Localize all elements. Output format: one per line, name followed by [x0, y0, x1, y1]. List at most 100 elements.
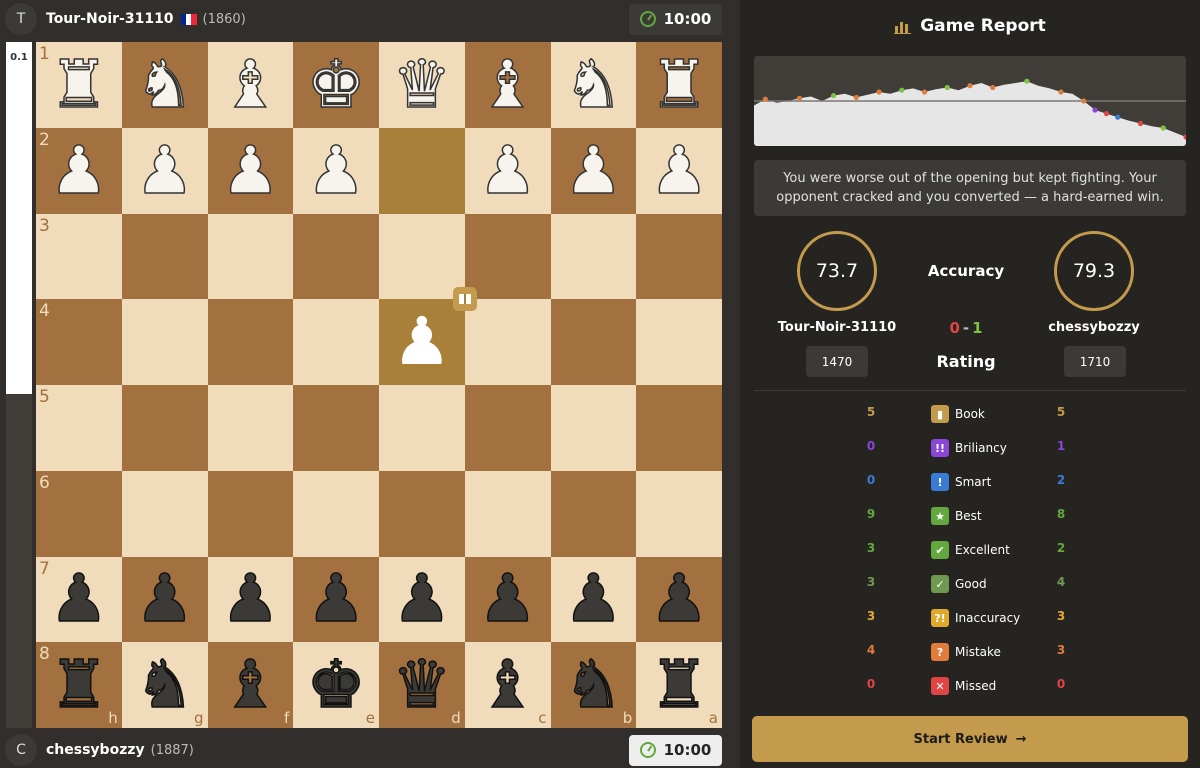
square-g4[interactable] [121, 299, 208, 385]
white-pawn[interactable]: ♟ [134, 136, 195, 204]
square-e6[interactable] [293, 470, 379, 557]
square-e7[interactable]: ♟ [293, 556, 379, 643]
square-g5[interactable] [121, 385, 208, 471]
black-pawn[interactable]: ♟ [477, 565, 538, 633]
white-pawn[interactable]: ♟ [306, 136, 367, 204]
white-pawn[interactable]: ♟ [563, 136, 624, 204]
graph-move-dot[interactable] [830, 93, 837, 99]
graph-move-dot[interactable] [1137, 120, 1144, 127]
graph-move-dot[interactable] [876, 89, 882, 95]
white-bishop[interactable]: ♝ [220, 51, 281, 119]
white-knight[interactable]: ♞ [134, 51, 195, 119]
square-c5[interactable] [464, 385, 551, 471]
square-b5[interactable] [550, 385, 637, 471]
black-bishop[interactable]: ♝ [477, 651, 538, 719]
square-c2[interactable]: ♟ [464, 127, 551, 214]
square-f5[interactable] [207, 385, 294, 471]
graph-move-dot[interactable] [1160, 125, 1166, 131]
square-g2[interactable]: ♟ [121, 127, 208, 214]
square-c7[interactable]: ♟ [464, 556, 551, 643]
start-review-button[interactable]: Start Review → [752, 716, 1188, 762]
black-queen[interactable]: ♛ [392, 651, 453, 719]
white-pawn[interactable]: ♟ [49, 136, 110, 204]
square-d8[interactable]: d ♛ [379, 642, 465, 728]
square-b4[interactable] [550, 299, 637, 385]
square-d5[interactable] [379, 385, 465, 471]
square-d6[interactable] [379, 470, 465, 557]
graph-move-dot[interactable] [1092, 107, 1098, 113]
top-player-name[interactable]: Tour-Noir-31110 [46, 11, 174, 27]
black-rook[interactable]: ♜ [49, 651, 110, 719]
black-pawn[interactable]: ♟ [49, 565, 110, 633]
graph-move-dot[interactable] [1081, 98, 1087, 104]
white-queen[interactable]: ♛ [392, 51, 453, 119]
square-a4[interactable] [636, 299, 722, 385]
graph-move-dot[interactable] [1024, 78, 1030, 84]
square-h7[interactable]: 7 ♟ [36, 556, 122, 643]
graph-move-dot[interactable] [899, 87, 905, 93]
square-e8[interactable]: e ♚ [293, 642, 379, 728]
graph-move-dot[interactable] [1103, 111, 1110, 117]
square-f6[interactable] [207, 470, 294, 557]
square-a8[interactable]: a ♜ [636, 642, 722, 728]
graph-move-dot[interactable] [762, 96, 768, 102]
white-knight[interactable]: ♞ [563, 51, 624, 119]
black-knight[interactable]: ♞ [134, 651, 195, 719]
square-g1[interactable]: ♞ [121, 42, 208, 128]
black-pawn[interactable]: ♟ [220, 565, 281, 633]
white-rook[interactable]: ♜ [49, 51, 110, 119]
black-pawn[interactable]: ♟ [392, 309, 451, 375]
square-g8[interactable]: g ♞ [121, 642, 208, 728]
square-g3[interactable] [121, 213, 208, 300]
square-h5[interactable]: 5 [36, 385, 122, 471]
square-f8[interactable]: f ♝ [207, 642, 294, 728]
square-c8[interactable]: c ♝ [464, 642, 551, 728]
black-bishop[interactable]: ♝ [220, 651, 281, 719]
white-pawn[interactable]: ♟ [477, 136, 538, 204]
square-g6[interactable] [121, 470, 208, 557]
square-h2[interactable]: 2 ♟ [36, 127, 122, 214]
square-e3[interactable] [293, 213, 379, 300]
square-b3[interactable] [550, 213, 637, 300]
bottom-player-name[interactable]: chessybozzy [46, 742, 145, 758]
black-pawn[interactable]: ♟ [306, 565, 367, 633]
square-f7[interactable]: ♟ [207, 556, 294, 643]
square-d2[interactable] [379, 127, 465, 214]
square-b2[interactable]: ♟ [550, 127, 637, 214]
square-d3[interactable] [379, 213, 465, 300]
square-c1[interactable]: ♝ [464, 42, 551, 128]
square-a6[interactable] [636, 470, 722, 557]
graph-move-dot[interactable] [796, 95, 803, 101]
square-h6[interactable]: 6 [36, 470, 122, 557]
square-b1[interactable]: ♞ [550, 42, 637, 128]
square-h1[interactable]: 1 ♜ [36, 42, 122, 128]
graph-move-dot[interactable] [1115, 114, 1121, 120]
square-b7[interactable]: ♟ [550, 556, 637, 643]
square-d1[interactable]: ♛ [379, 42, 465, 128]
square-e1[interactable]: ♚ [293, 42, 379, 128]
square-e2[interactable]: ♟ [293, 127, 379, 214]
black-king[interactable]: ♚ [306, 651, 367, 719]
white-pawn[interactable]: ♟ [220, 136, 281, 204]
square-e5[interactable] [293, 385, 379, 471]
square-d4[interactable]: ♟ [379, 299, 465, 385]
square-h3[interactable]: 3 [36, 213, 122, 300]
chess-board[interactable]: 1 ♜ ♞ ♝ ♚ ♛ ♝ ♞ ♜ 2 ♟ ♟ ♟ ♟ ♟ ♟ ♟ 3 4 ♟ 5 6 7 ♟ ♟ ♟ ♟ ♟ ♟ ♟ ♟ 8 h ♜ g ♞ f ♝ e ♚… [36, 42, 722, 728]
white-bishop[interactable]: ♝ [477, 51, 538, 119]
white-king[interactable]: ♚ [306, 51, 367, 119]
white-pawn[interactable]: ♟ [649, 136, 710, 204]
square-f1[interactable]: ♝ [207, 42, 294, 128]
square-b6[interactable] [550, 470, 637, 557]
square-f4[interactable] [207, 299, 294, 385]
square-b8[interactable]: b ♞ [550, 642, 637, 728]
black-pawn[interactable]: ♟ [134, 565, 195, 633]
square-f3[interactable] [207, 213, 294, 300]
square-a7[interactable]: ♟ [636, 556, 722, 643]
square-c6[interactable] [464, 470, 551, 557]
graph-move-dot[interactable] [990, 84, 996, 91]
square-a3[interactable] [636, 213, 722, 300]
square-g7[interactable]: ♟ [121, 556, 208, 643]
white-rook[interactable]: ♜ [649, 51, 710, 119]
graph-move-dot[interactable] [921, 89, 928, 95]
square-a2[interactable]: ♟ [636, 127, 722, 214]
